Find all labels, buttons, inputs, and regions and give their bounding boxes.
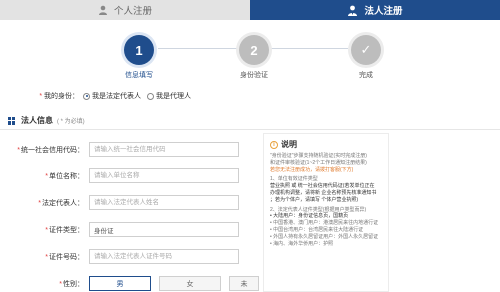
gender-female-button[interactable]: 女 <box>159 276 221 291</box>
help-title-text: 说明 <box>281 140 297 149</box>
section-header-legal-info: 法人信息 ( * 为必填) <box>0 112 500 130</box>
grid-icon <box>8 116 16 125</box>
step-number: 1 <box>124 35 154 65</box>
help-line: 和证件审核验证(1~2个工作日通知注册结果) <box>270 159 367 166</box>
registration-tabs: 个人注册 法人注册 <box>0 0 500 20</box>
identity-label: * 我的身份： <box>39 93 79 100</box>
gender-male-button[interactable]: 男 <box>89 276 151 291</box>
radio-label: 我是法定代表人 <box>92 93 141 100</box>
cert-number-input[interactable] <box>89 249 239 264</box>
help-panel: i 说明 "身份验证"步骤支持随机验证(实时完成注册) 和证件审核验证(1~2个工… <box>263 133 389 292</box>
tab-personal-label: 个人注册 <box>113 6 152 17</box>
help-line: • 海内、海外华侨用户：护照 <box>270 240 334 247</box>
step-complete: ✓ 完成 <box>331 32 401 80</box>
tab-legal-label: 法人注册 <box>364 6 403 17</box>
required-note: ( * 为必填) <box>57 119 85 125</box>
credit-code-input[interactable] <box>89 142 239 157</box>
step-ring: 1 <box>121 32 157 68</box>
radio-checked-icon[interactable] <box>83 92 90 100</box>
cert-type-select[interactable] <box>89 222 239 237</box>
help-line: ；若为个体户，请填写 个体户营业执照) <box>270 196 359 203</box>
form-row-credit-code: *统一社会信用代码： <box>0 142 260 157</box>
tab-legal-registration[interactable]: 法人注册 <box>250 0 500 20</box>
help-line: • 中国香港、澳门用户：港澳居民来往内地通行证 <box>270 220 379 227</box>
person-tie-icon <box>348 5 358 16</box>
form-row-company-name: *单位名称： <box>0 168 260 183</box>
section-title: 法人信息 <box>21 116 53 125</box>
field-label: *证件类型： <box>45 226 84 234</box>
field-label: *证件号码： <box>45 253 84 261</box>
help-title: i 说明 <box>270 139 382 150</box>
field-label: *法定代表人： <box>38 199 84 207</box>
tab-personal-registration[interactable]: 个人注册 <box>0 0 250 20</box>
step-identity-verify: 2 身份验证 <box>219 32 289 80</box>
radio-legal-representative[interactable]: 我是法定代表人 <box>83 91 141 101</box>
form-row-cert-type: *证件类型： <box>0 222 260 237</box>
step-label: 完成 <box>359 72 373 79</box>
form-row-cert-number: *证件号码： <box>0 249 260 264</box>
help-line: • 外国人持有永久居留证用户：外国人永久居留证 <box>270 233 379 240</box>
step-number: 2 <box>239 35 269 65</box>
help-line: 营业执照 或 统一社会信用代码证(若发单位正在 <box>270 183 375 190</box>
help-lines: "身份验证"步骤支持随机验证(实时完成注册) 和证件审核验证(1~2个工作日通知注… <box>270 153 382 247</box>
info-icon: i <box>270 140 278 149</box>
field-label: *性别： <box>59 280 84 288</box>
person-icon <box>98 5 107 15</box>
progress-steps: 1 信息填写 2 身份验证 ✓ 完成 <box>0 32 500 82</box>
radio-unchecked-icon[interactable] <box>147 92 154 100</box>
field-label: *统一社会信用代码： <box>17 146 84 154</box>
company-name-input[interactable] <box>89 168 239 183</box>
help-line: 办理机构调整，请将新 企业名称预先核准通知书 <box>270 189 377 196</box>
legal-rep-input[interactable] <box>89 195 239 210</box>
help-line: "身份验证"步骤支持随机验证(实时完成注册) <box>270 153 367 159</box>
form-row-legal-rep: *法定代表人： <box>0 195 260 210</box>
help-line: • 中国台湾用户：台湾居民来往大陆通行证 <box>270 226 364 233</box>
checkmark-icon: ✓ <box>351 35 381 65</box>
field-label: *单位名称： <box>45 172 84 180</box>
identity-selector: * 我的身份： 我是法定代表人 我是代理人 <box>0 90 500 102</box>
step-label: 身份验证 <box>240 72 268 79</box>
step-info-entry: 1 信息填写 <box>104 32 174 80</box>
step-ring: ✓ <box>348 32 384 68</box>
step-label: 信息填写 <box>125 72 153 79</box>
radio-label: 我是代理人 <box>156 93 191 100</box>
radio-agent[interactable]: 我是代理人 <box>147 91 191 101</box>
help-line: 若您无法注册成功，请拨打客服(下方) <box>270 166 354 173</box>
step-ring: 2 <box>236 32 272 68</box>
gender-unknown-button[interactable]: 未 <box>229 276 259 291</box>
